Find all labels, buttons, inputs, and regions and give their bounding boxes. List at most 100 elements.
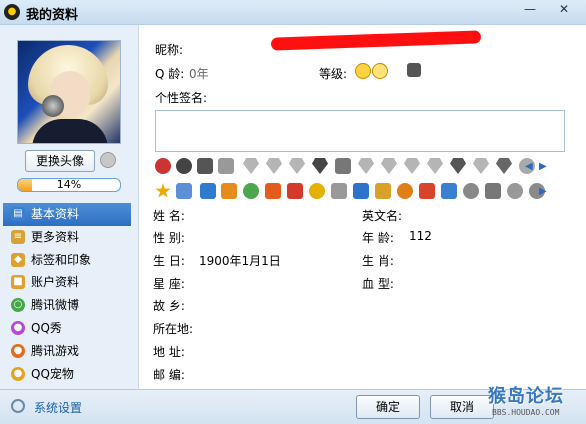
music-icon[interactable]: [243, 183, 259, 199]
account-icon: ■: [11, 275, 25, 290]
book-icon[interactable]: [287, 183, 303, 199]
sidebar-item-tags[interactable]: ◆ 标签和印象: [3, 249, 131, 272]
diamond-black-icon[interactable]: [176, 158, 192, 174]
field-address-label: 地 址:: [153, 345, 185, 359]
diamond-icons-row: [155, 158, 555, 178]
level-label: 等级:: [319, 67, 348, 81]
next-arrow-icon[interactable]: ▶: [539, 186, 547, 197]
gray-diamond-icon[interactable]: [381, 158, 397, 174]
tag-icon: ◆: [11, 252, 25, 267]
sidebar-item-label: 腾讯微博: [31, 298, 80, 313]
notebook-icon: ≡: [11, 229, 25, 244]
field-gender-label: 性 别:: [153, 231, 185, 245]
dark-diamond-icon[interactable]: [450, 158, 466, 174]
black-diamond-icon[interactable]: [312, 158, 328, 174]
signature-label: 个性签名:: [155, 91, 208, 105]
field-name-label: 姓 名:: [153, 209, 185, 223]
window-title: 我的资料: [26, 8, 79, 23]
field-age-label: 年 龄:: [362, 231, 394, 245]
sidebar-item-label: QQ宠物: [31, 366, 74, 381]
gray-diamond-icon[interactable]: [266, 158, 282, 174]
profile-window: ● 我的资料 — ✕ 更换头像 14% ▤ 基本资料 ≡ 更多资料 ◆ 标签和印…: [0, 0, 586, 424]
ok-button[interactable]: 确定: [356, 395, 420, 419]
camera-icon[interactable]: [100, 152, 116, 168]
qqshow-icon: ●: [11, 320, 25, 335]
phone-icon[interactable]: [200, 183, 216, 199]
figure-icon[interactable]: [375, 183, 391, 199]
sidebar-item-label: 腾讯游戏: [31, 343, 80, 358]
card-icon: ▤: [11, 207, 25, 221]
qq-penguin-icon: ●: [4, 4, 20, 20]
heart-icon[interactable]: [463, 183, 479, 199]
star-icon[interactable]: [155, 183, 171, 198]
nickname-label: 昵称:: [155, 43, 184, 57]
signature-input[interactable]: [155, 110, 565, 152]
moon-icon: [372, 63, 388, 79]
change-avatar-button[interactable]: 更换头像: [25, 150, 95, 172]
avatar[interactable]: [17, 40, 121, 144]
qage-value: 0年: [189, 67, 209, 81]
pet-icon: ●: [11, 366, 25, 381]
next-arrow-icon[interactable]: ▶: [539, 161, 547, 172]
house-icon[interactable]: [419, 183, 435, 199]
penguin-icon[interactable]: [407, 63, 421, 77]
p-icon[interactable]: [485, 183, 501, 199]
redaction-mark: [270, 30, 482, 51]
circle-icon[interactable]: [397, 183, 413, 199]
sidebar-item-label: 标签和印象: [31, 252, 92, 267]
sidebar-item-games[interactable]: ● 腾讯游戏: [3, 340, 131, 363]
field-english-name-label: 英文名:: [362, 209, 403, 223]
game-icon: ●: [11, 343, 25, 358]
qq-icon[interactable]: [309, 183, 325, 199]
camera-icon[interactable]: [353, 183, 369, 199]
cancel-button[interactable]: 取消: [430, 395, 494, 419]
field-zipcode-label: 邮 编:: [153, 368, 185, 382]
phone-icon[interactable]: [218, 158, 234, 174]
gamepad-icon[interactable]: [331, 183, 347, 199]
gray-diamond-icon[interactable]: [243, 158, 259, 174]
left-pane: 更换头像 14% ▤ 基本资料 ≡ 更多资料 ◆ 标签和印象 ■ 账户资料 ○ …: [0, 25, 139, 389]
gray-diamond-icon[interactable]: [473, 158, 489, 174]
sidebar-item-weibo[interactable]: ○ 腾讯微博: [3, 294, 131, 317]
watermark-title: 猴岛论坛: [488, 386, 564, 407]
minimize-button[interactable]: —: [516, 0, 544, 20]
gray-diamond-icon[interactable]: [358, 158, 374, 174]
prev-arrow-icon[interactable]: ◀: [525, 161, 533, 172]
gray-diamond-icon[interactable]: [404, 158, 420, 174]
cart-icon[interactable]: [265, 183, 281, 199]
field-zodiac-label: 星 座:: [153, 277, 185, 291]
field-hometown-label: 故 乡:: [153, 299, 185, 313]
gray-diamond-icon[interactable]: [427, 158, 443, 174]
sidebar-item-qqshow[interactable]: ● QQ秀: [3, 317, 131, 340]
group-icon[interactable]: [441, 183, 457, 199]
watermark: 猴岛论坛 BBS.HOUDAO.COM: [488, 382, 584, 422]
close-button[interactable]: ✕: [550, 0, 578, 20]
penguin-icon[interactable]: [197, 158, 213, 174]
avatar-microphone: [42, 95, 64, 117]
sidebar-item-basic-info[interactable]: ▤ 基本资料: [3, 203, 131, 226]
super-diamond-icon[interactable]: [496, 158, 512, 174]
weibo-icon: ○: [11, 298, 25, 313]
sidebar-item-label: 更多资料: [31, 229, 80, 244]
sidebar-item-label: 基本资料: [31, 207, 80, 221]
chat-icon[interactable]: [507, 183, 523, 199]
main-content: 昵称: Q 龄: 0年 等级: 个性签名: ◀ ▶ ▶ 姓 名: 性 别: 生 …: [139, 25, 586, 389]
gray-diamond-icon[interactable]: [289, 158, 305, 174]
field-blood-type-label: 血 型:: [362, 277, 394, 291]
field-location-label: 所在地:: [153, 322, 194, 336]
mail-icon[interactable]: [176, 183, 192, 199]
service-icon[interactable]: [155, 158, 171, 174]
sidebar-item-pet[interactable]: ● QQ宠物: [3, 363, 131, 386]
system-settings-link[interactable]: 系统设置: [34, 399, 82, 416]
field-age-value: 112: [409, 229, 432, 243]
sidebar-item-account[interactable]: ■ 账户资料: [3, 271, 131, 294]
sun-icon: [355, 63, 371, 79]
field-birthday-label: 生 日:: [153, 254, 185, 268]
watermark-url: BBS.HOUDAO.COM: [492, 408, 560, 417]
service-icons-row: [155, 183, 555, 203]
gear-icon[interactable]: [11, 399, 25, 413]
pet-icon[interactable]: [221, 183, 237, 199]
mobile-icon[interactable]: [335, 158, 351, 174]
avatar-body: [32, 119, 108, 143]
sidebar-item-more-info[interactable]: ≡ 更多资料: [3, 226, 131, 249]
